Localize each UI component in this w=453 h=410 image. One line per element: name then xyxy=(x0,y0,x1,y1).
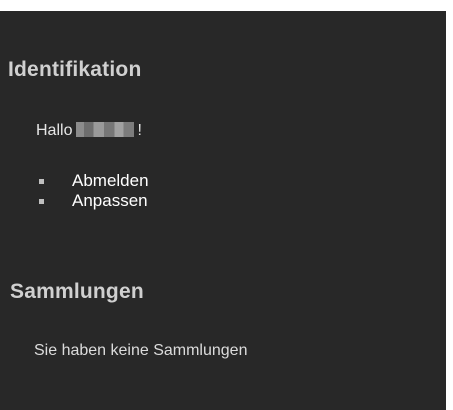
account-links-list: Abmelden Anpassen xyxy=(36,171,149,211)
redacted-username xyxy=(76,122,135,137)
bullet-icon xyxy=(39,199,44,204)
logout-link-label: Abmelden xyxy=(72,171,149,190)
sidebar-panel: Identifikation Hallo! Abmelden Anpassen … xyxy=(0,11,446,410)
logout-link[interactable]: Abmelden xyxy=(36,171,149,191)
collections-heading: Sammlungen xyxy=(10,280,144,303)
greeting-suffix: ! xyxy=(137,122,142,139)
customize-link-label: Anpassen xyxy=(72,191,148,210)
greeting-text: Hallo! xyxy=(36,122,142,140)
bullet-icon xyxy=(39,179,44,184)
customize-link[interactable]: Anpassen xyxy=(36,191,149,211)
greeting-prefix: Hallo xyxy=(36,122,73,139)
no-collections-message: Sie haben keine Sammlungen xyxy=(34,342,248,359)
identification-heading: Identifikation xyxy=(8,58,142,81)
